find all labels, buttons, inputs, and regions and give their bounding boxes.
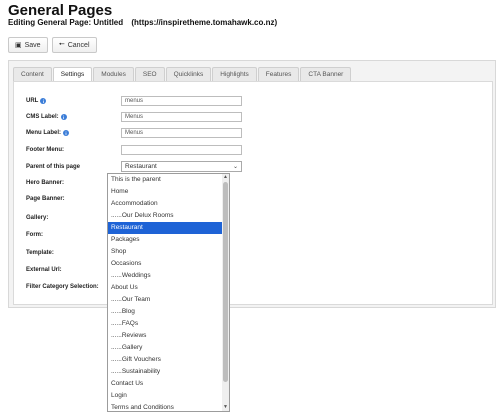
info-icon[interactable]: i <box>60 114 67 120</box>
dropdown-option[interactable]: Terms and Conditions <box>108 402 229 414</box>
save-label: Save <box>24 41 41 49</box>
cms-label-row: CMS Label: i Menus <box>26 112 242 122</box>
dropdown-options: This is the parent Home Accommodation ..… <box>108 174 229 414</box>
footer-menu-row: Footer Menu: <box>26 145 242 155</box>
tab-content[interactable]: Content <box>13 67 52 81</box>
save-icon: ▣ <box>15 42 22 49</box>
page-subtitle: Editing General Page: Untitled (https://… <box>8 18 277 27</box>
tab-bar: Content Settings Modules SEO Quicklinks … <box>13 67 352 81</box>
cancel-label: Cancel <box>67 41 90 49</box>
dropdown-option[interactable]: ......Sustainability <box>108 366 229 378</box>
url-input[interactable]: menus <box>121 96 242 106</box>
toolbar: ▣ Save 🠔 Cancel <box>8 37 97 53</box>
settings-form: URL i menus CMS Label: i Menus Menu Labe… <box>13 81 493 305</box>
scroll-down-arrow-icon[interactable]: ▼ <box>222 404 229 411</box>
dropdown-option[interactable]: ......Reviews <box>108 330 229 342</box>
parent-dropdown-list[interactable]: This is the parent Home Accommodation ..… <box>107 173 230 412</box>
url-label: URL <box>26 98 39 104</box>
dropdown-option[interactable]: ......Gift Vouchers <box>108 354 229 366</box>
footer-menu-label: Footer Menu: <box>26 147 64 153</box>
site-url: (https://inspiretheme.tomahawk.co.nz) <box>131 18 278 27</box>
editor-panel: Content Settings Modules SEO Quicklinks … <box>8 60 496 308</box>
tab-highlights[interactable]: Highlights <box>212 67 257 81</box>
tab-features[interactable]: Features <box>257 67 300 81</box>
back-arrow-icon: 🠔 <box>58 40 65 48</box>
dropdown-option[interactable]: ......FAQs <box>108 318 229 330</box>
menu-label-label: Menu Label: <box>26 130 62 136</box>
dropdown-option[interactable]: Home <box>108 186 229 198</box>
cms-label-label: CMS Label: <box>26 114 59 120</box>
dropdown-option[interactable]: Login <box>108 390 229 402</box>
tab-settings[interactable]: Settings <box>52 67 93 81</box>
dropdown-scrollbar[interactable]: ▲ ▼ <box>222 174 229 411</box>
parent-label: Parent of this page <box>26 163 81 170</box>
save-button[interactable]: ▣ Save <box>8 37 48 53</box>
dropdown-option[interactable]: Packages <box>108 234 229 246</box>
dropdown-option[interactable]: About Us <box>108 282 229 294</box>
dropdown-option[interactable]: Contact Us <box>108 378 229 390</box>
dropdown-option-selected[interactable]: Restaurant <box>108 222 229 234</box>
tab-seo[interactable]: SEO <box>134 67 165 81</box>
info-icon[interactable]: i <box>40 98 47 104</box>
dropdown-option[interactable]: Shop <box>108 246 229 258</box>
cancel-button[interactable]: 🠔 Cancel <box>51 37 97 53</box>
scrollbar-thumb[interactable] <box>223 182 228 382</box>
info-icon[interactable]: i <box>63 130 70 136</box>
cms-label-input[interactable]: Menus <box>121 112 242 122</box>
scroll-up-arrow-icon[interactable]: ▲ <box>222 174 229 181</box>
dropdown-option[interactable]: Occasions <box>108 258 229 270</box>
chevron-down-icon: ⌄ <box>232 164 238 170</box>
url-row: URL i menus <box>26 96 242 106</box>
dropdown-option[interactable]: ......Blog <box>108 306 229 318</box>
dropdown-option[interactable]: Accommodation <box>108 198 229 210</box>
tab-quicklinks[interactable]: Quicklinks <box>165 67 212 81</box>
dropdown-option[interactable]: ......Our Delux Rooms <box>108 210 229 222</box>
tab-cta-banner[interactable]: CTA Banner <box>300 67 352 81</box>
dropdown-option[interactable]: This is the parent <box>108 174 229 186</box>
parent-select-value: Restaurant <box>125 163 157 170</box>
parent-select[interactable]: Restaurant ⌄ <box>121 161 242 172</box>
page-title: General Pages <box>8 2 113 19</box>
parent-row: Parent of this page Restaurant ⌄ <box>26 161 242 172</box>
dropdown-option[interactable]: ......Our Team <box>108 294 229 306</box>
menu-label-input[interactable]: Menus <box>121 128 242 138</box>
dropdown-option[interactable]: ......Gallery <box>108 342 229 354</box>
menu-label-row: Menu Label: i Menus <box>26 128 242 138</box>
tab-modules[interactable]: Modules <box>93 67 134 81</box>
subtitle-text: Editing General Page: Untitled <box>8 18 124 27</box>
footer-menu-input[interactable] <box>121 145 242 155</box>
dropdown-option[interactable]: ......Weddings <box>108 270 229 282</box>
